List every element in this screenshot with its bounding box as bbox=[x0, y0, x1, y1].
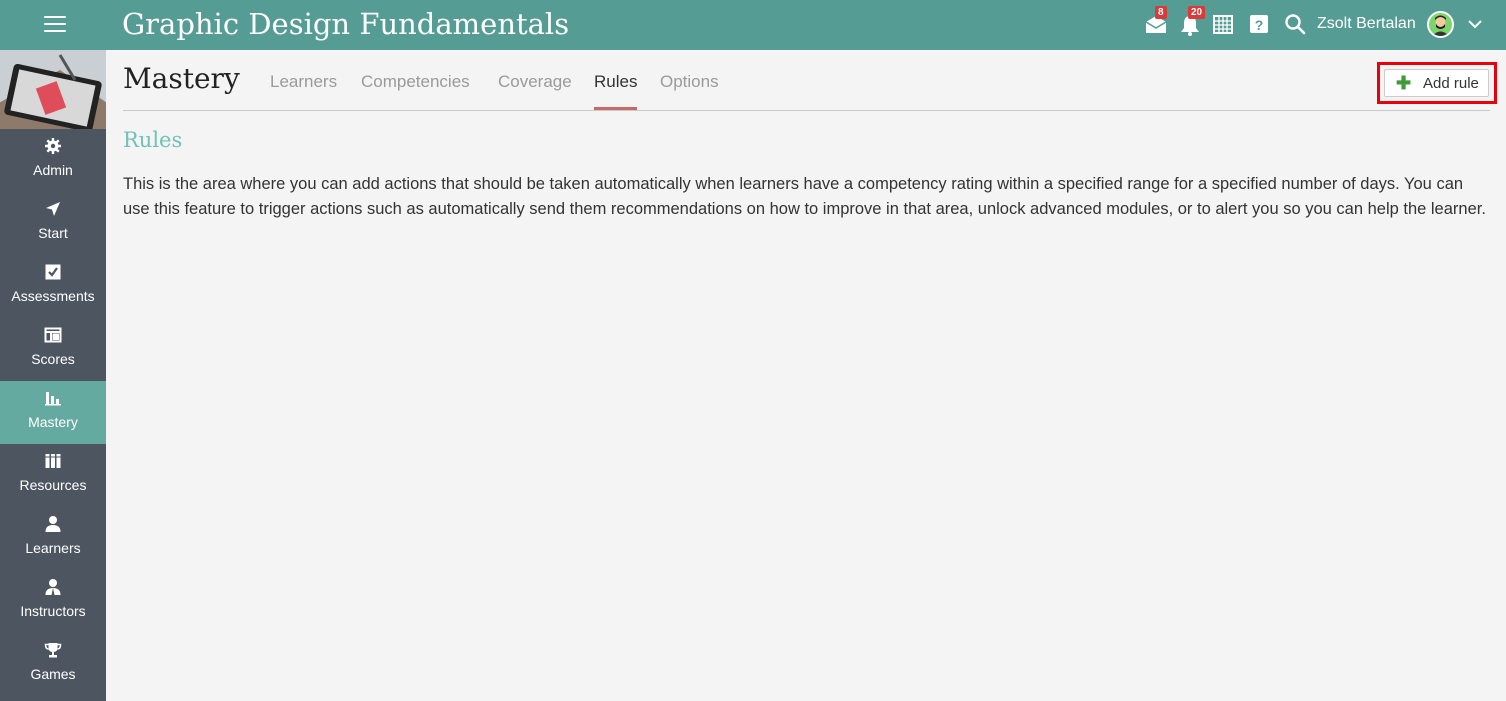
gear-icon bbox=[0, 137, 106, 159]
calendar-icon[interactable] bbox=[1212, 13, 1236, 37]
bar-chart-icon bbox=[0, 389, 106, 411]
app-title[interactable]: Graphic Design Fundamentals bbox=[122, 7, 569, 41]
add-rule-label: Add rule bbox=[1423, 75, 1479, 92]
sidebar-item-instructors[interactable]: Instructors bbox=[0, 570, 106, 633]
sidebar-item-label: Assessments bbox=[11, 288, 95, 304]
tab-competencies[interactable]: Competencies bbox=[361, 72, 470, 110]
sidebar-item-label: Resources bbox=[19, 477, 87, 493]
tab-learners[interactable]: Learners bbox=[270, 72, 337, 110]
sidebar-item-learners[interactable]: Learners bbox=[0, 507, 106, 570]
sidebar-item-label: Admin bbox=[33, 162, 73, 178]
user-name[interactable]: Zsolt Bertalan bbox=[1317, 15, 1416, 33]
sidebar-item-resources[interactable]: Resources bbox=[0, 444, 106, 507]
sidebar-item-label: Games bbox=[30, 666, 76, 682]
gradebook-icon bbox=[0, 326, 106, 348]
tab-divider bbox=[123, 110, 1490, 111]
tab-coverage[interactable]: Coverage bbox=[498, 72, 572, 110]
instructor-icon bbox=[0, 578, 106, 600]
rules-description: This is the area where you can add actio… bbox=[123, 175, 1486, 218]
sidebar-item-label: Learners bbox=[25, 540, 81, 556]
add-rule-highlight: ✚ Add rule bbox=[1377, 62, 1497, 104]
sidebar-item-mastery[interactable]: Mastery bbox=[0, 381, 106, 444]
sidebar-item-scores[interactable]: Scores bbox=[0, 318, 106, 381]
navigation-arrow-icon bbox=[0, 200, 106, 222]
checkbox-icon bbox=[0, 263, 106, 285]
books-icon bbox=[0, 452, 106, 474]
search-icon[interactable] bbox=[1284, 13, 1308, 37]
mail-badge: 8 bbox=[1155, 6, 1167, 19]
add-rule-button[interactable]: ✚ Add rule bbox=[1384, 69, 1489, 97]
notifications-badge: 20 bbox=[1188, 6, 1206, 19]
person-icon bbox=[0, 515, 106, 537]
mail-icon[interactable]: 8 bbox=[1144, 6, 1168, 37]
sidebar-item-label: Instructors bbox=[20, 603, 86, 619]
tab-options[interactable]: Options bbox=[660, 72, 719, 110]
help-icon[interactable]: ? bbox=[1248, 13, 1272, 37]
sidebar-item-assessments[interactable]: Assessments bbox=[0, 255, 106, 318]
tab-rules[interactable]: Rules bbox=[594, 72, 638, 110]
sidebar-item-label: Start bbox=[38, 225, 68, 241]
menu-icon[interactable] bbox=[44, 16, 66, 34]
avatar[interactable] bbox=[1427, 11, 1454, 38]
section-title: Rules bbox=[123, 128, 183, 152]
bell-icon[interactable]: 20 bbox=[1178, 6, 1206, 37]
chevron-down-icon[interactable] bbox=[1466, 15, 1484, 33]
page-title: Mastery bbox=[123, 62, 240, 95]
top-bar: Graphic Design Fundamentals 8 20 ? Zsolt… bbox=[0, 0, 1506, 50]
plus-icon: ✚ bbox=[1396, 73, 1412, 93]
course-image[interactable] bbox=[0, 50, 106, 129]
trophy-icon bbox=[0, 641, 106, 663]
sidebar-item-games[interactable]: Games bbox=[0, 633, 106, 696]
sidebar: Admin Start Assessments Scores Mastery R… bbox=[0, 50, 106, 701]
sidebar-item-label: Scores bbox=[31, 351, 75, 367]
sidebar-item-label: Mastery bbox=[28, 414, 78, 430]
sidebar-item-admin[interactable]: Admin bbox=[0, 129, 106, 192]
sidebar-item-start[interactable]: Start bbox=[0, 192, 106, 255]
svg-text:?: ? bbox=[1255, 17, 1264, 33]
